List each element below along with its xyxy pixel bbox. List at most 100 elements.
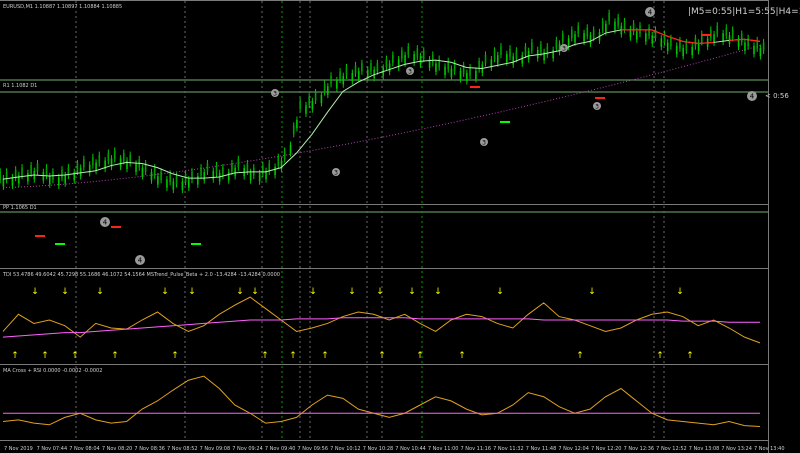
candle-body [561,33,564,43]
candle-body [509,48,511,57]
arrow-up-7: ↑ [321,351,329,361]
candle-body [512,56,515,65]
candle-body [670,38,672,47]
x-tick-label-3: 7 Nov 08:20 [102,446,133,452]
arrow-up-2: ↑ [71,351,79,361]
candle-body [431,54,434,64]
candle-body [181,181,184,190]
candle-body [648,27,650,36]
candle-body [305,105,307,114]
candle-body [567,38,570,47]
candle-body [586,27,589,36]
candle-body [157,176,159,185]
candle-body [571,29,573,39]
wave-label-1: 4 [138,257,143,265]
candle-body [413,54,415,63]
candle-body [435,63,437,72]
candle-body [475,70,477,80]
candle-body [246,163,249,172]
arrow-down-13: ↓ [588,287,596,297]
candle-body [113,150,116,160]
wave-label-4: 3 [408,69,412,76]
candle-body [129,154,131,164]
candle-body [357,70,360,80]
candle-body [299,100,301,110]
candle-body [262,165,264,174]
x-tick-label-2: 7 Nov 08:04 [69,446,100,452]
candle-body [42,172,45,181]
candle-body [311,101,314,110]
candle-body [691,46,694,56]
candle-body [222,167,224,176]
candle-body [135,163,137,173]
candle-body [645,33,647,42]
x-tick-label-4: 7 Nov 08:36 [134,446,165,452]
candle-body [160,171,162,180]
candle-body [453,63,456,72]
candle-body [614,21,616,31]
x-tick-label-10: 7 Nov 10:12 [330,446,361,452]
arrow-down-11: ↓ [434,287,442,297]
candle-body [14,169,17,178]
candle-body [759,47,762,57]
candle-body [237,159,240,168]
candle-body [731,29,734,39]
wave-label-9: 4 [750,93,755,101]
candle-body [744,42,746,51]
countdown-label: < 0:56 [765,92,789,100]
arrow-down-10: ↓ [408,287,416,297]
candle-body [392,54,394,64]
candle-body [342,76,345,85]
candle-body [601,21,604,30]
chart-svg: 4 4 3 3 3 3 3 3 4 4 ↓ ↓ ↓ ↓ ↓ ↓ ↓ ↓ ↓ ↓ ↓ ↓ ↓ ↓ ↓ ↑ ↑ ↑ ↑ ↑ ↑ ↑ ↑ ↑ ↑ ↑ ↑ ↑ ↑… [0,0,800,453]
arrow-up-0: ↑ [11,351,19,361]
candle-body [682,47,684,57]
candle-body [122,152,125,162]
x-tick-label-22: 7 Nov 13:24 [721,446,752,452]
r1-level-label: R1 1.1082 D1 [3,83,37,89]
candle-body [274,166,276,176]
candle-body [540,44,542,53]
x-tick-label-18: 7 Nov 12:20 [591,446,622,452]
x-tick-label-16: 7 Nov 11:48 [526,446,557,452]
candle-body [336,80,338,89]
candle-body [30,165,32,174]
candle-body [422,50,425,59]
candle-body [234,167,236,177]
candle-body [175,175,178,185]
candle-body [660,38,663,47]
candle-body [459,70,462,80]
arrow-down-0: ↓ [31,287,39,297]
x-tick-label-7: 7 Nov 09:24 [232,446,263,452]
x-tick-label-23: 7 Nov 13:40 [754,446,785,452]
arrow-up-8: ↑ [378,351,386,361]
candle-body [79,167,82,177]
candle-body [404,55,406,64]
candle-body [48,176,51,185]
candle-body [187,179,190,188]
candle-body [496,55,499,64]
candle-body [753,45,755,55]
candle-body [608,13,610,22]
candle-body [376,63,379,72]
candle-body [351,72,354,82]
candle-body [11,177,14,186]
candle-body [21,167,23,176]
candle-body [323,83,326,93]
candle-body [679,40,681,49]
candle-body [370,63,372,72]
arrow-down-9: ↓ [376,287,384,297]
candle-body [354,65,357,74]
candle-body [574,34,576,43]
candle-body [385,58,388,68]
x-tick-label-9: 7 Nov 09:56 [297,446,328,452]
candle-body [632,23,635,32]
candle-body [583,33,585,42]
arrow-down-4: ↓ [188,287,196,297]
candle-body [515,50,518,59]
arrow-up-13: ↑ [686,351,694,361]
candle-body [617,17,619,26]
arrow-up-10: ↑ [458,351,466,361]
candle-body [197,176,199,185]
candle-body [283,150,286,160]
